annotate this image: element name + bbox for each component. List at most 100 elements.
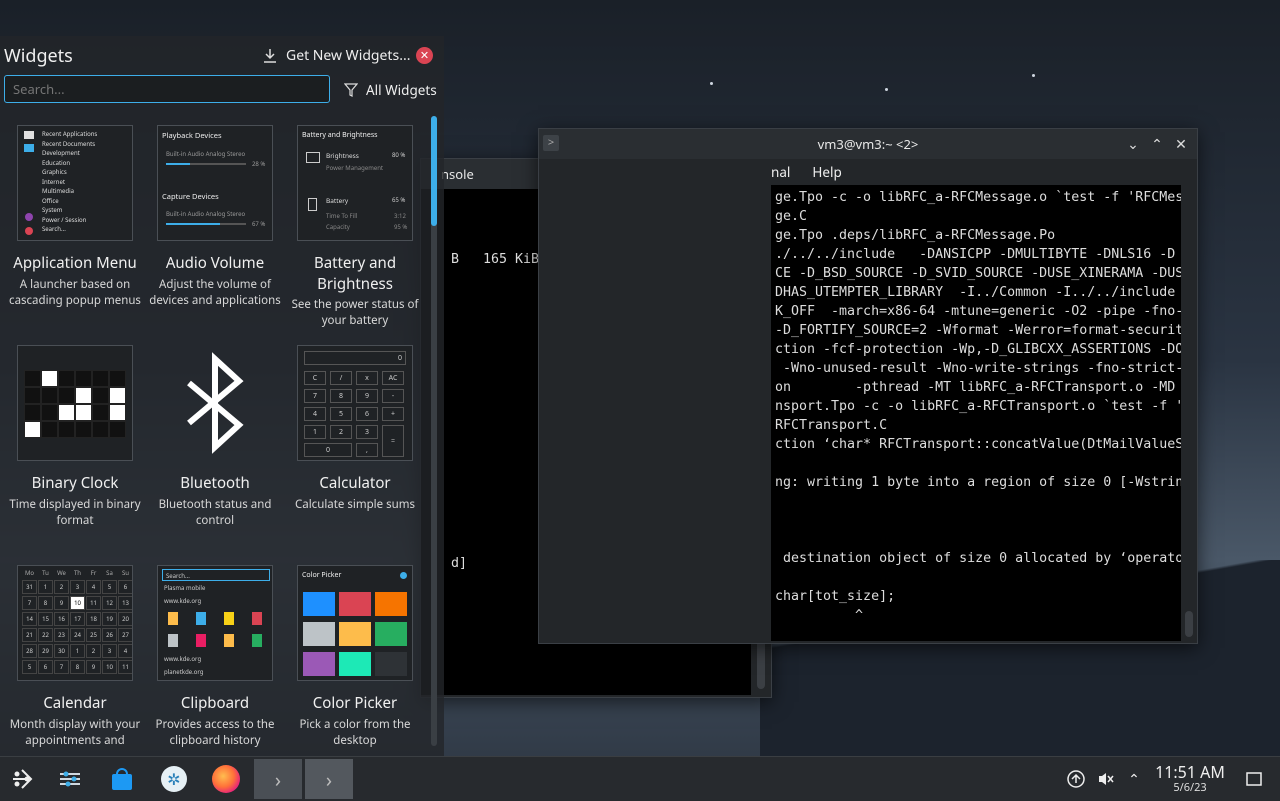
clock-date: 5/6/23 [1173, 780, 1207, 795]
system-settings-icon[interactable] [52, 761, 88, 797]
document-icon [24, 131, 34, 139]
star [885, 88, 888, 91]
terminal-icon: › [325, 765, 333, 793]
calendar-day: 8 [70, 660, 85, 674]
app-launcher-icon[interactable] [4, 761, 40, 797]
widget-description: A launcher based on cascading popup menu… [9, 277, 141, 308]
calendar-day: 20 [118, 612, 132, 626]
calendar-day: 4 [118, 644, 132, 658]
calendar-day: 8 [38, 596, 53, 610]
calendar-day: 11 [86, 596, 101, 610]
menu-entry: Development [42, 149, 80, 157]
widget-name: Battery and Brightness [313, 253, 397, 294]
weekday-label: Mo [24, 569, 35, 577]
task-terminal-1[interactable]: › [254, 759, 302, 799]
color-swatch [339, 622, 371, 646]
terminal-line: -D_FORTIFY_SOURCE=2 -Wformat -Werror=for… [775, 323, 1181, 338]
menu-entry: Education [42, 158, 71, 167]
chevron-up-icon[interactable]: ⌃ [1116, 761, 1152, 797]
battery-header: Battery and Brightness [302, 131, 378, 140]
binary-cell [109, 404, 126, 421]
digital-clock[interactable]: 11:51 AM 5/6/23 [1150, 763, 1230, 795]
maximize-icon[interactable]: ⌃ [1147, 134, 1167, 154]
weekday-label: Sa [106, 569, 113, 577]
terminal-line: ng: writing 1 byte into a region of size… [775, 475, 1181, 490]
task-terminal-2[interactable]: › [305, 759, 353, 799]
terminal-icon: › [274, 765, 282, 793]
time-value: 3:12 [394, 212, 406, 220]
calendar-day: 12 [102, 596, 117, 610]
widget-description: See the power status of your battery [291, 297, 419, 328]
calendar-day: 26 [102, 628, 117, 642]
color-swatch [339, 652, 371, 676]
window-title: vm3@vm3:~ <2> [817, 135, 919, 153]
discover-store-icon[interactable] [104, 761, 140, 797]
binary-cell [58, 404, 75, 421]
calendar-day: 5 [22, 660, 37, 674]
calendar-day: 25 [86, 628, 101, 642]
calendar-day: 6 [118, 580, 132, 594]
scrollbar[interactable] [1185, 611, 1193, 637]
binary-cell [58, 370, 75, 387]
power-icon [25, 227, 33, 235]
konqueror-icon[interactable]: ✲ [156, 761, 192, 797]
calc-key: - [382, 389, 404, 403]
brightness-pct: 80 % [392, 151, 406, 159]
minimize-icon[interactable]: ⌄ [1123, 134, 1143, 154]
star [1032, 74, 1035, 77]
calendar-day: 1 [70, 644, 85, 658]
binary-cell [41, 404, 58, 421]
calc-key: = [382, 425, 404, 457]
widget-name: Audio Volume [165, 253, 265, 273]
clipboard-image-icon [168, 634, 178, 647]
calc-key: 0 [304, 443, 352, 457]
search-field[interactable] [4, 75, 330, 103]
widget-name: Color Picker [312, 693, 398, 713]
search-input[interactable] [11, 79, 323, 99]
calendar-day: 11 [118, 660, 132, 674]
calendar-day: 23 [54, 628, 69, 642]
get-new-widgets-button[interactable]: Get New Widgets... [262, 46, 410, 65]
taskbar: ✲ › › ⌃ 11:51 AM 5/6/23 [0, 756, 1280, 801]
close-icon[interactable]: ✕ [416, 47, 433, 64]
clipboard-image-icon [168, 612, 178, 625]
bluetooth-preview [157, 345, 273, 461]
binary-cell [41, 370, 58, 387]
panel-scrollbar[interactable] [431, 116, 437, 746]
titlebar[interactable]: > vm3@vm3:~ <2> ⌄ ⌃ ✕ [539, 129, 1197, 159]
widget-description: Bluetooth status and control [158, 497, 272, 528]
clipboard-preview: Search... Plasma mobile www.kde.org www.kde… [157, 565, 273, 681]
terminal-window-front[interactable]: > vm3@vm3:~ <2> ⌄ ⌃ ✕ nal Help ge.Tpo -c… [538, 128, 1198, 644]
device-name: Built-in Audio Analog Stereo [166, 210, 246, 218]
color-picker-preview: Color Picker [297, 565, 413, 681]
menu-entry: Graphics [42, 168, 67, 176]
scrollbar-thumb[interactable] [431, 116, 437, 226]
firefox-icon[interactable] [208, 761, 244, 797]
terminal-line: destination object of size 0 allocated b… [775, 551, 1181, 566]
terminal-output[interactable]: ge.Tpo -c -o libRFC_a-RFCMessage.o `test… [771, 185, 1181, 641]
show-desktop-icon[interactable] [1236, 761, 1272, 797]
terminal-line: nsport.Tpo -c -o libRFC_a-RFCTransport.o… [775, 399, 1181, 414]
binary-cell [24, 421, 41, 438]
close-icon[interactable]: ✕ [1171, 134, 1191, 154]
bluetooth-icon [187, 352, 244, 454]
calc-preview: 0 C / x AC 7 8 9- 4 5 6 +1 2 3 = 0, [297, 345, 413, 461]
terminal-line: -Wno-unused-result -Wno-write-strings -f… [775, 361, 1181, 376]
weekday-label: We [57, 569, 66, 577]
binary-cell [75, 387, 92, 404]
widget-description: Pick a color from the desktop [299, 717, 411, 748]
calendar-day: 15 [38, 612, 53, 626]
color-swatch [375, 652, 407, 676]
color-swatch [375, 622, 407, 646]
calc-key: 8 [330, 389, 352, 403]
menu-item-terminal[interactable]: nal [771, 163, 790, 181]
calendar-day: 31 [22, 580, 37, 594]
menu-item-help[interactable]: Help [812, 163, 841, 181]
widget-description: Calculate simple sums [295, 497, 415, 512]
calendar-day: 16 [54, 612, 69, 626]
terminal-line: ge.C [775, 209, 808, 224]
all-widgets-filter[interactable]: All Widgets [344, 81, 437, 99]
